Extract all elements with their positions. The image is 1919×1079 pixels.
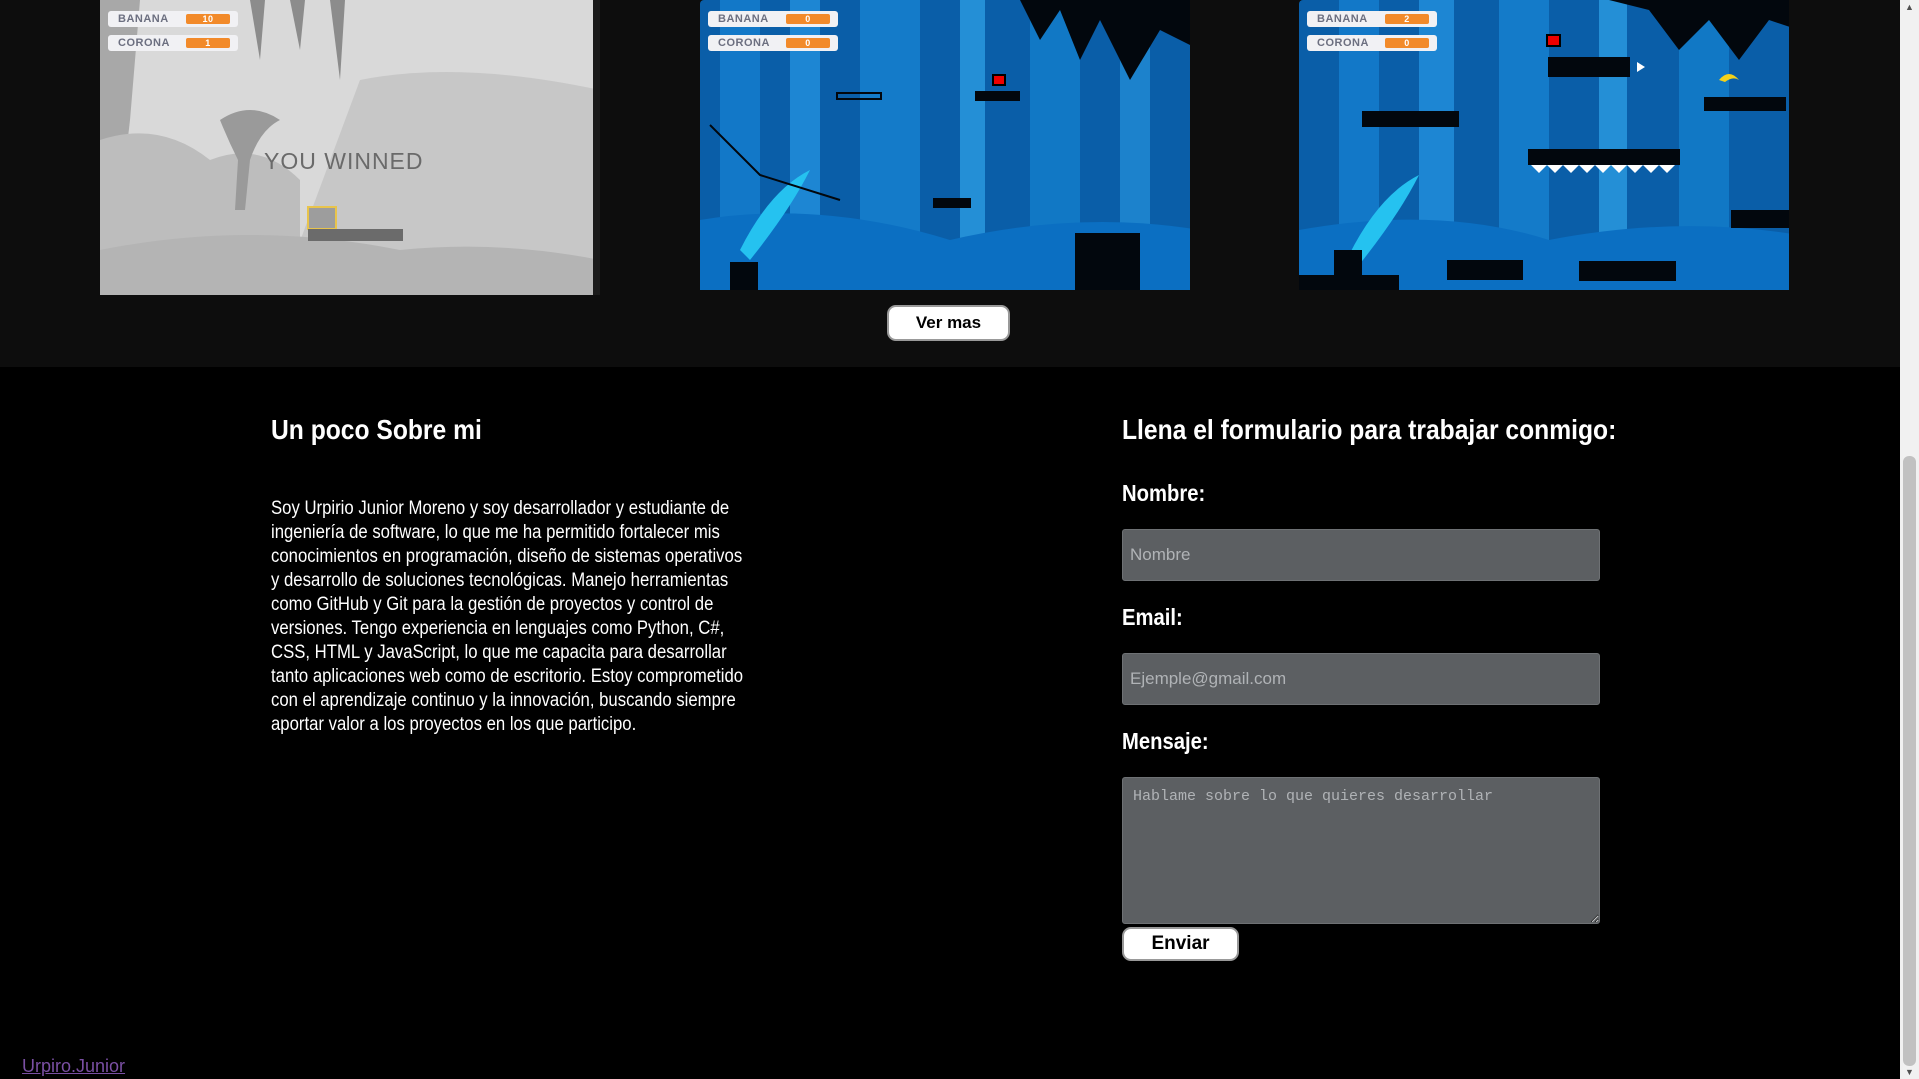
hud-banana: BANANA 10 [108, 11, 238, 27]
ver-mas-button[interactable]: Ver mas [887, 305, 1010, 341]
red-player [1546, 34, 1561, 47]
corona-count: 0 [786, 38, 830, 48]
projects-gallery: BANANA 10 CORONA 1 YOU WINNED BANANA 0 C… [0, 0, 1900, 367]
footer-link[interactable]: Urpiro.Junior [22, 1056, 125, 1077]
name-label: Nombre: [1122, 480, 1206, 506]
scrollbar[interactable]: ▲ ▼ [1900, 0, 1919, 1079]
corona-count: 1 [186, 38, 230, 48]
banana-count: 2 [1385, 14, 1429, 24]
hud-banana: BANANA 0 [708, 11, 838, 27]
banana-count: 0 [786, 14, 830, 24]
hud-corona: CORONA 1 [108, 35, 238, 51]
enviar-button[interactable]: Enviar [1122, 927, 1239, 961]
win-message: YOU WINNED [264, 148, 424, 174]
hud-corona: CORONA 0 [1307, 35, 1437, 51]
scroll-down-icon[interactable]: ▼ [1900, 1065, 1919, 1079]
message-textarea[interactable] [1122, 777, 1600, 924]
email-label: Email: [1122, 604, 1183, 630]
project-thumbnail-3[interactable]: BANANA 2 CORONA 0 [1299, 0, 1799, 295]
about-title: Un poco Sobre mi [271, 414, 482, 445]
player-box [307, 206, 337, 230]
hud-corona: CORONA 0 [708, 35, 838, 51]
scrollbar-thumb[interactable] [1903, 456, 1916, 1066]
about-text: Soy Urpirio Junior Moreno y soy desarrol… [271, 498, 744, 735]
form-title: Llena el formulario para trabajar conmig… [1122, 414, 1617, 445]
message-label: Mensaje: [1122, 728, 1209, 754]
banana-count: 10 [186, 14, 230, 24]
project-thumbnail-2[interactable]: BANANA 0 CORONA 0 [700, 0, 1200, 295]
hud-banana: BANANA 2 [1307, 11, 1437, 27]
project-thumbnail-1[interactable]: BANANA 10 CORONA 1 YOU WINNED [100, 0, 600, 295]
scroll-up-icon[interactable]: ▲ [1900, 0, 1919, 14]
name-input[interactable] [1122, 529, 1600, 581]
red-player [992, 74, 1006, 86]
email-input[interactable] [1122, 653, 1600, 705]
corona-count: 0 [1385, 38, 1429, 48]
